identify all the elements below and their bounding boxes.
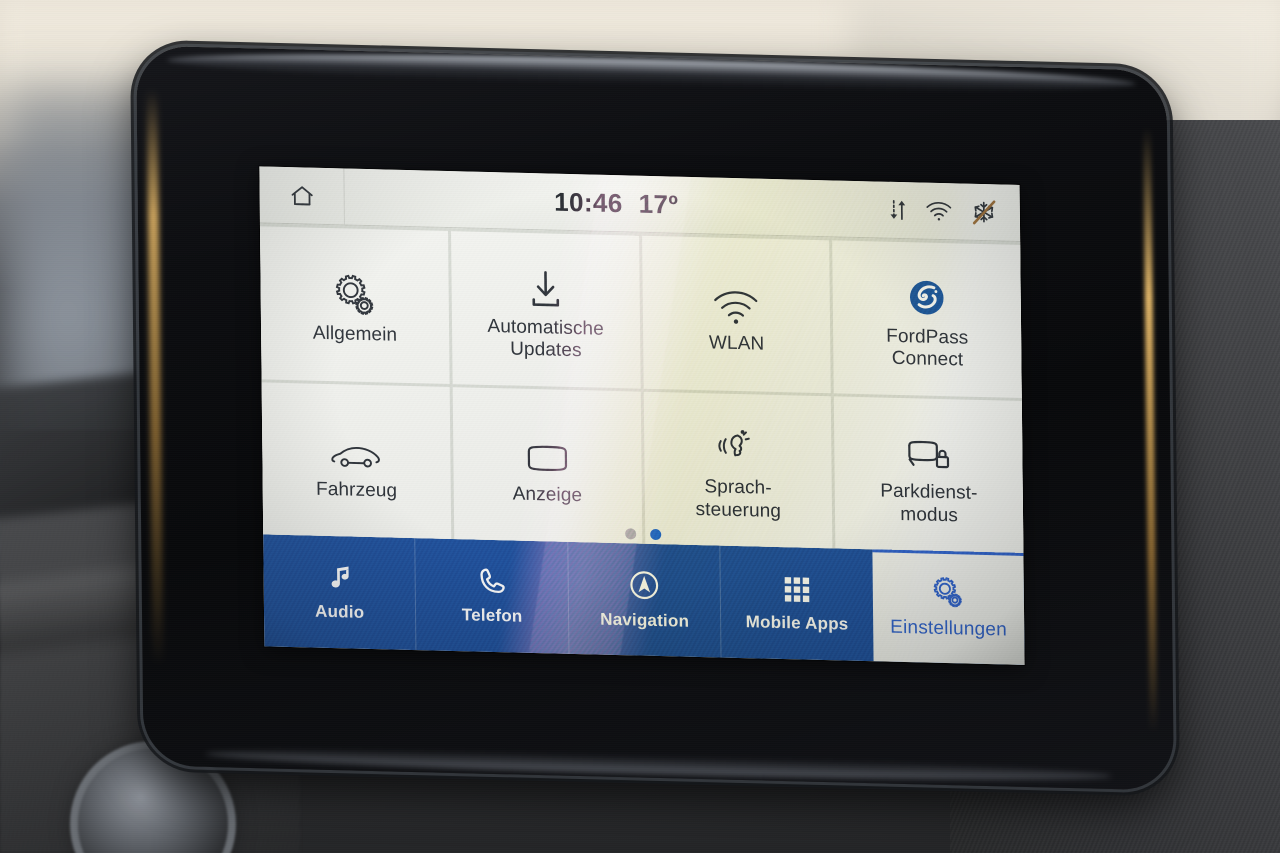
- tile-allgemein[interactable]: Allgemein: [259, 226, 450, 384]
- nav-item-einstellungen[interactable]: Einstellungen: [872, 549, 1025, 665]
- tile-wlan[interactable]: WLAN: [641, 235, 831, 393]
- tile-label: Allgemein: [312, 322, 398, 346]
- nav-item-audio[interactable]: Audio: [263, 534, 416, 650]
- infotainment-screen[interactable]: 10:46 17º Allgemein Automatische Updates…: [259, 166, 1025, 665]
- status-icons: [888, 196, 1020, 227]
- tile-anzeige[interactable]: Anzeige: [452, 386, 642, 544]
- settings-grid: Allgemein Automatische Updates WLAN Ford…: [259, 223, 1024, 553]
- car-icon: [330, 419, 383, 474]
- data-transfer-icon: [888, 197, 908, 223]
- app-grid-icon: [782, 574, 812, 605]
- home-button[interactable]: [259, 166, 345, 225]
- wifi-icon: [925, 200, 953, 223]
- tile-label: Sprach- steuerung: [695, 476, 782, 522]
- page-dot-2[interactable]: [650, 528, 662, 541]
- tile-label: Fahrzeug: [315, 478, 398, 502]
- screen-bezel: 10:46 17º Allgemein Automatische Updates…: [136, 45, 1174, 791]
- tile-label: Anzeige: [512, 483, 583, 506]
- download-icon: [524, 257, 567, 312]
- gears-icon: [931, 574, 965, 609]
- nav-item-label: Mobile Apps: [745, 611, 849, 634]
- nav-item-label: Einstellungen: [890, 616, 1008, 641]
- display-icon: [524, 423, 571, 478]
- music-note-icon: [324, 562, 354, 593]
- nav-item-navigation[interactable]: Navigation: [567, 541, 721, 658]
- settings-grid-area: Allgemein Automatische Updates WLAN Ford…: [259, 223, 1024, 553]
- fordpass-logo-icon: [904, 266, 951, 321]
- valet-lock-icon: [904, 421, 953, 476]
- status-center: 10:46 17º: [345, 181, 888, 225]
- tile-fordpass-connect[interactable]: FordPass Connect: [832, 240, 1022, 398]
- head-unit: 10:46 17º Allgemein Automatische Updates…: [136, 45, 1174, 791]
- tile-label: Automatische Updates: [487, 315, 604, 362]
- outside-temperature: 17º: [638, 188, 679, 220]
- gears-icon: [331, 263, 378, 318]
- nav-item-telefon[interactable]: Telefon: [414, 538, 569, 654]
- tile-fahrzeug[interactable]: Fahrzeug: [261, 381, 452, 539]
- tile-label: WLAN: [708, 332, 765, 355]
- climate-off-icon: [970, 198, 998, 227]
- tile-label: FordPass Connect: [886, 325, 969, 371]
- bottom-nav: Audio Telefon Navigation Mobile Apps Ein…: [263, 534, 1025, 665]
- clock-time: 10:46: [554, 186, 623, 218]
- phone-icon: [476, 566, 507, 598]
- nav-item-label: Navigation: [600, 609, 690, 631]
- photo-scene: 10:46 17º Allgemein Automatische Updates…: [0, 0, 1280, 853]
- wifi-icon: [712, 272, 761, 327]
- tile-sprachsteuerung[interactable]: Sprach- steuerung: [643, 391, 833, 549]
- nav-item-label: Telefon: [461, 605, 523, 626]
- compass-icon: [628, 568, 661, 602]
- page-dot-1[interactable]: [625, 528, 637, 540]
- nav-item-label: Audio: [315, 601, 365, 622]
- nav-item-mobile-apps[interactable]: Mobile Apps: [719, 545, 874, 662]
- tile-auto-updates[interactable]: Automatische Updates: [450, 231, 641, 389]
- tile-parkdienstmodus[interactable]: Parkdienst- modus: [834, 395, 1024, 553]
- voice-control-icon: [714, 417, 761, 472]
- tile-label: Parkdienst- modus: [880, 480, 978, 527]
- home-icon: [288, 182, 315, 210]
